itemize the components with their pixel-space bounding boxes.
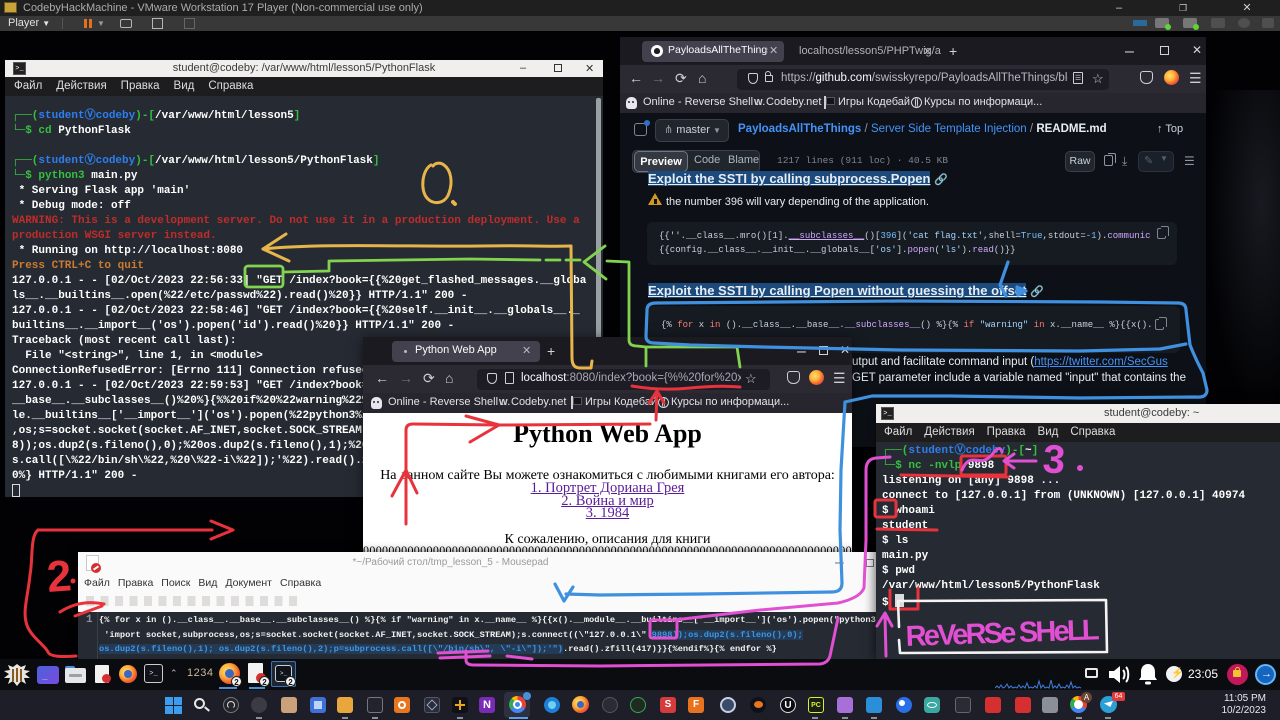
- svg-text:2: 2: [45, 551, 73, 602]
